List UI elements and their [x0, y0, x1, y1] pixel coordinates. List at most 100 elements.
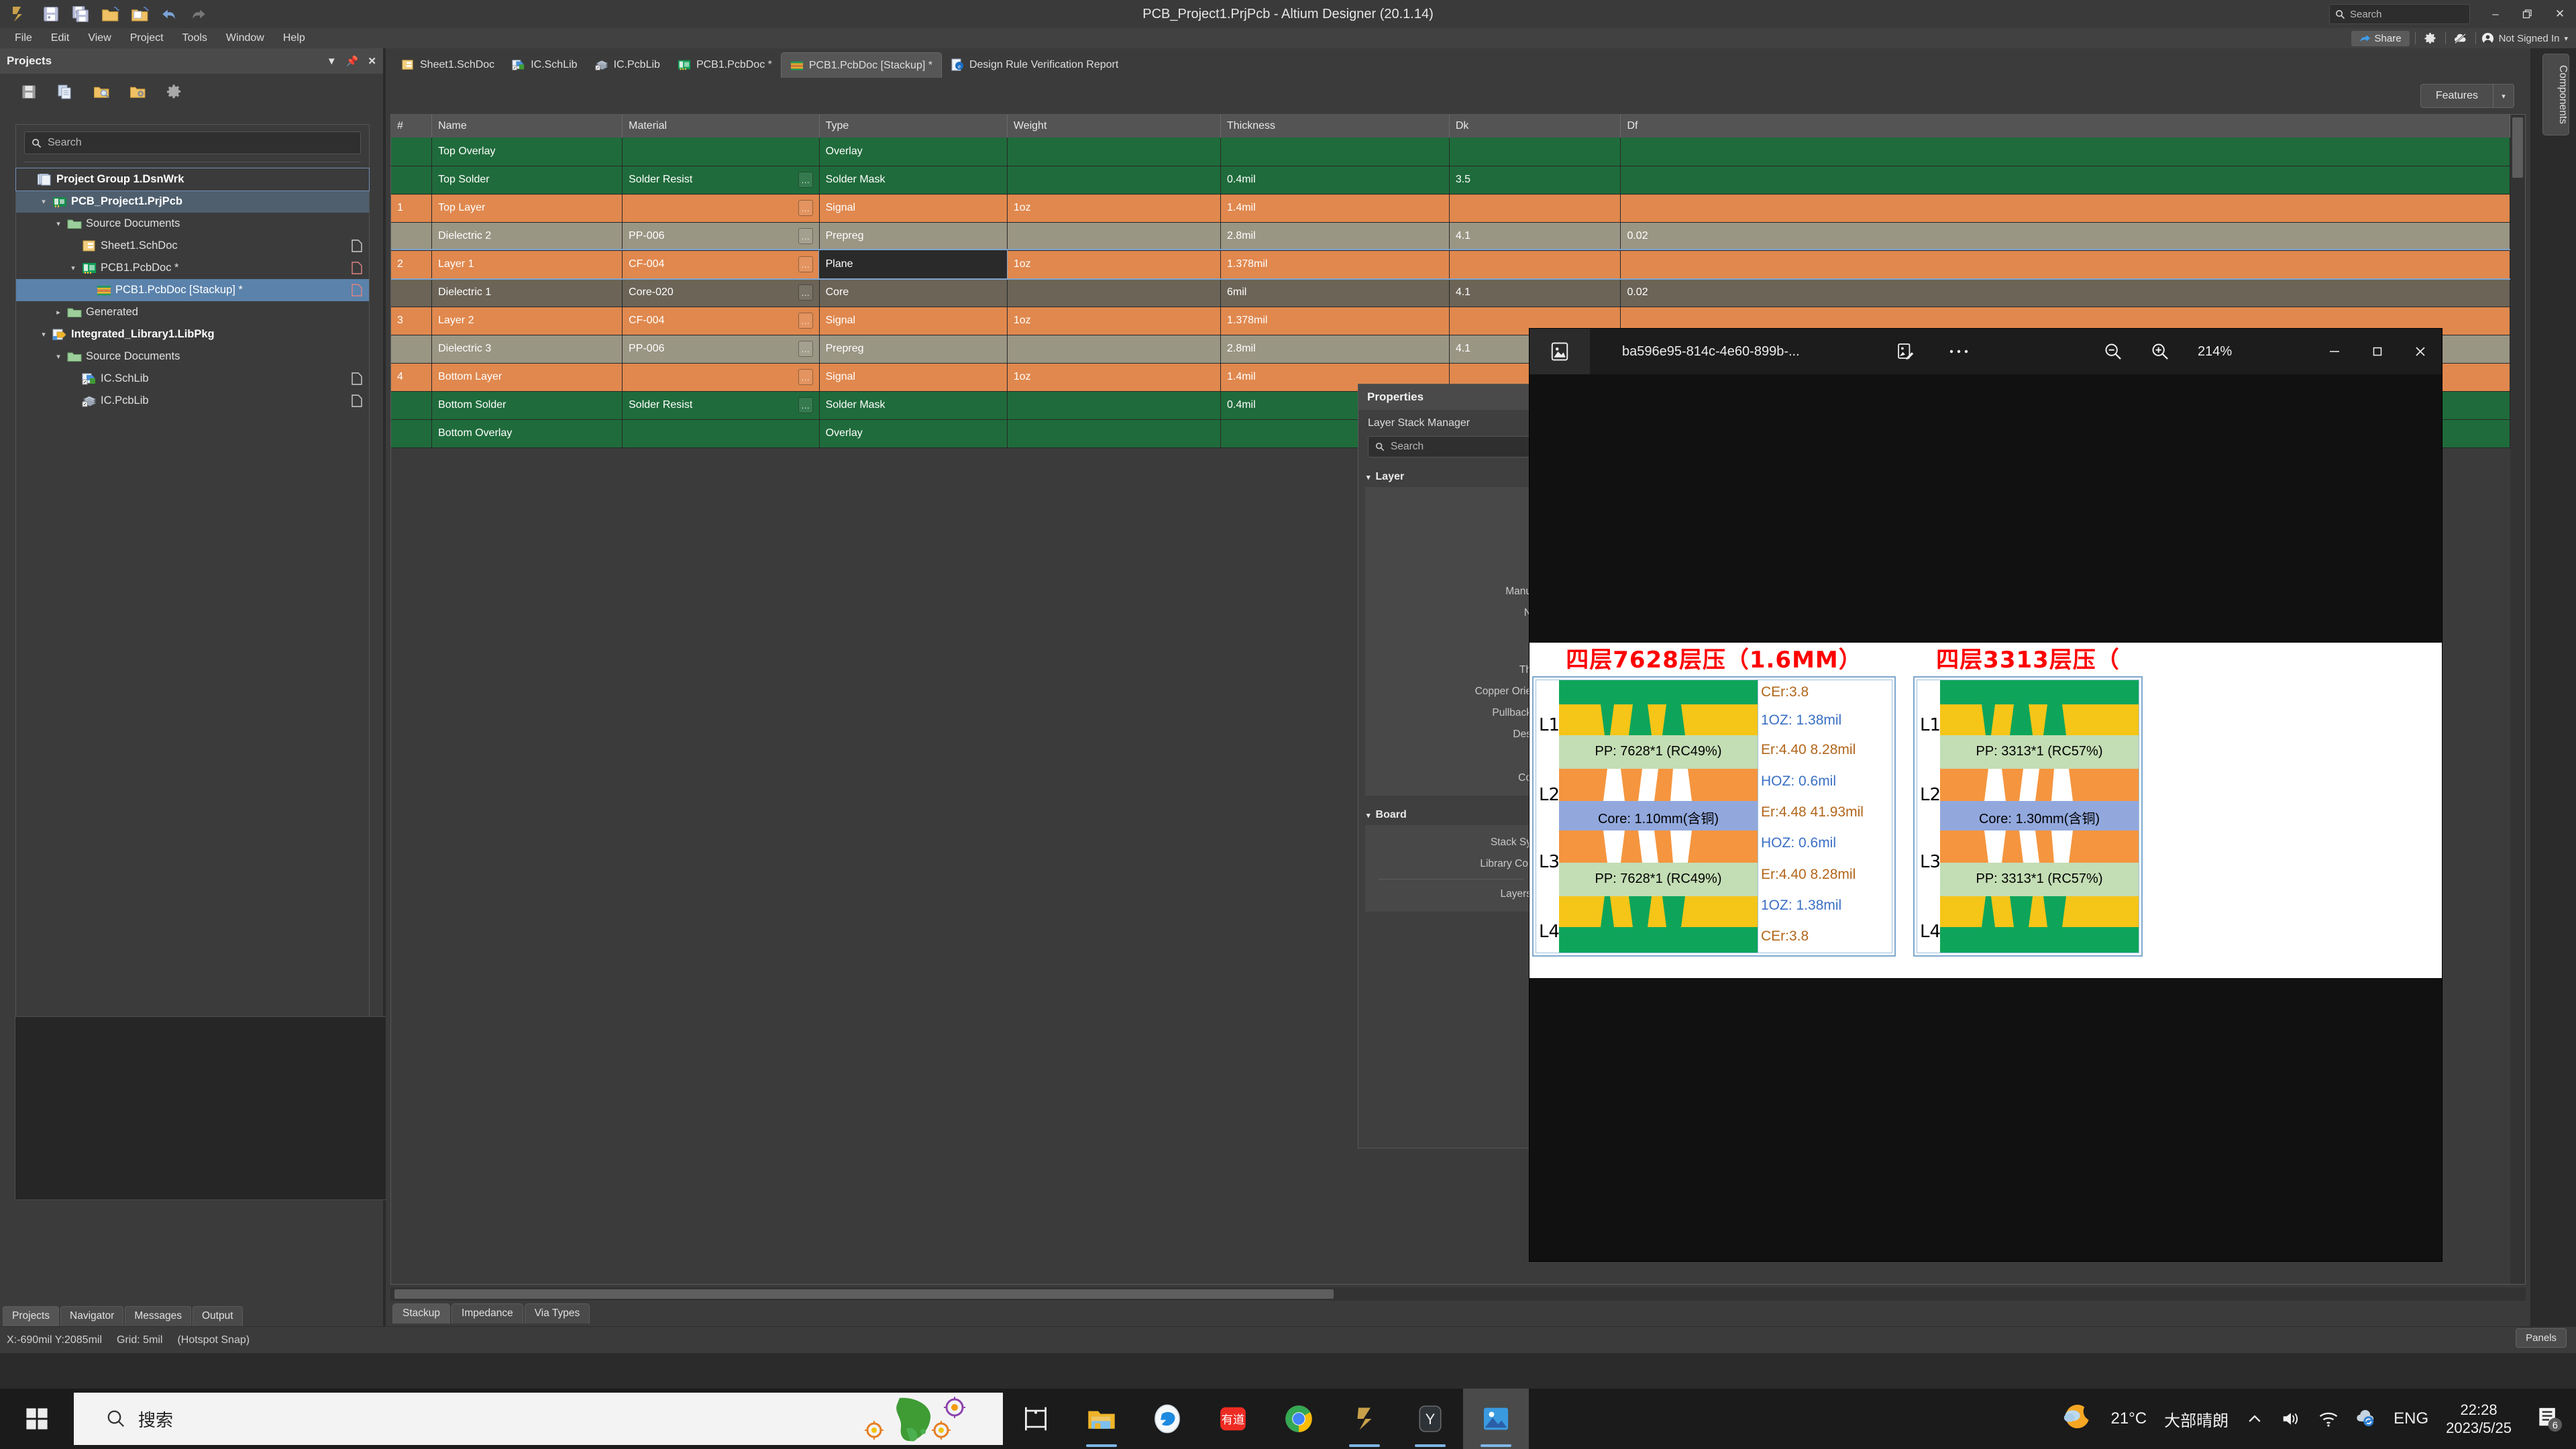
- cell-weight[interactable]: [1007, 166, 1221, 195]
- cell-type[interactable]: Signal: [819, 307, 1008, 335]
- cell-layer-name[interactable]: Layer 1: [431, 250, 623, 279]
- taskbar-search-box[interactable]: 搜索: [74, 1393, 1003, 1445]
- cell-dk[interactable]: [1449, 138, 1621, 166]
- cell-weight[interactable]: [1007, 278, 1221, 307]
- cell-weight[interactable]: [1007, 138, 1221, 166]
- scrollbar-thumb[interactable]: [394, 1289, 1334, 1299]
- cell-df[interactable]: 0.02: [1620, 222, 2510, 251]
- panel-tab-messages[interactable]: Messages: [125, 1306, 191, 1326]
- column-header-material[interactable]: Material: [622, 115, 820, 138]
- cell-type[interactable]: Solder Mask: [819, 166, 1008, 195]
- yandex-app-icon[interactable]: Y: [1397, 1389, 1463, 1449]
- cell-layer-number[interactable]: [391, 278, 433, 307]
- scrollbar-thumb[interactable]: [2512, 117, 2523, 178]
- task-view-icon[interactable]: [1003, 1389, 1069, 1449]
- features-button[interactable]: Features ▾: [2420, 84, 2514, 108]
- tree-item-ic-schlib[interactable]: IC.SchLib: [16, 368, 369, 390]
- cell-layer-number[interactable]: 2: [391, 250, 433, 279]
- material-browse-button[interactable]: …: [798, 397, 813, 413]
- table-row[interactable]: 1 Top Layer … Signal 1oz 1.4mil: [391, 194, 2510, 223]
- photos-viewer-icon[interactable]: [1463, 1389, 1529, 1449]
- expand-arrow-icon[interactable]: ▾: [51, 352, 66, 361]
- cloud-disconnected-icon[interactable]: [2451, 29, 2470, 48]
- cell-type[interactable]: Prepreg: [819, 335, 1008, 364]
- cell-layer-number[interactable]: [391, 419, 433, 448]
- table-vertical-scrollbar[interactable]: [2510, 115, 2525, 1284]
- cell-df[interactable]: 0.02: [1620, 278, 2510, 307]
- close-button[interactable]: ✕: [2544, 0, 2576, 28]
- cell-layer-name[interactable]: Dielectric 3: [431, 335, 623, 364]
- expand-arrow-icon[interactable]: ▾: [66, 264, 80, 272]
- cell-weight[interactable]: 1oz: [1007, 307, 1221, 335]
- panels-button[interactable]: Panels: [2516, 1328, 2567, 1348]
- cell-type[interactable]: Signal: [819, 363, 1008, 392]
- global-search-input[interactable]: Search: [2329, 4, 2470, 24]
- material-browse-button[interactable]: …: [798, 200, 813, 216]
- input-language-indicator[interactable]: ENG: [2394, 1409, 2428, 1428]
- cell-type[interactable]: Solder Mask: [819, 391, 1008, 420]
- table-row[interactable]: Top Solder Solder Resist … Solder Mask 0.4mi…: [391, 166, 2510, 195]
- cell-weight[interactable]: [1007, 391, 1221, 420]
- cell-layer-number[interactable]: [391, 166, 433, 195]
- cell-layer-name[interactable]: Top Solder: [431, 166, 623, 195]
- cell-dk[interactable]: 4.1: [1449, 222, 1621, 251]
- zoom-in-icon[interactable]: [2147, 338, 2174, 365]
- tree-item-project-group-1-dsnwrk[interactable]: Project Group 1.DsnWrk: [15, 168, 370, 191]
- copy-icon[interactable]: [54, 80, 76, 103]
- cell-df[interactable]: [1620, 138, 2510, 166]
- youdao-icon[interactable]: 有道: [1200, 1389, 1266, 1449]
- cell-thickness[interactable]: 0.4mil: [1220, 166, 1450, 195]
- material-browse-button[interactable]: …: [798, 256, 813, 272]
- cell-layer-number[interactable]: [391, 138, 433, 166]
- photo-viewer-canvas[interactable]: 四层7628层压（1.6MM） L1 L2 L3 L4 PP: 7628*1 (…: [1529, 374, 2442, 1261]
- document-tab-ic-pcblib[interactable]: IC.PcbLib: [586, 52, 669, 78]
- cell-dk[interactable]: 3.5: [1449, 166, 1621, 195]
- menu-help[interactable]: Help: [274, 28, 315, 48]
- cell-material[interactable]: Solder Resist…: [622, 166, 820, 195]
- tree-item-source-documents[interactable]: ▾ Source Documents: [16, 345, 369, 368]
- more-options-icon[interactable]: [1945, 338, 1972, 365]
- table-horizontal-scrollbar[interactable]: [390, 1287, 2526, 1301]
- expand-arrow-icon[interactable]: ▾: [51, 219, 66, 228]
- clock[interactable]: 22:28 2023/5/25: [2446, 1401, 2512, 1438]
- menu-edit[interactable]: Edit: [42, 28, 79, 48]
- cell-dk[interactable]: 4.1: [1449, 278, 1621, 307]
- open-document-icon[interactable]: [126, 1, 153, 28]
- cell-material[interactable]: …: [622, 363, 820, 392]
- column-header-thickness[interactable]: Thickness: [1220, 115, 1450, 138]
- cell-weight[interactable]: 1oz: [1007, 250, 1221, 279]
- cell-df[interactable]: [1620, 194, 2510, 223]
- menu-file[interactable]: File: [5, 28, 42, 48]
- tree-item-pcb-project1-prjpcb[interactable]: ▾ PCB_Project1.PrjPcb: [16, 191, 369, 213]
- tree-item-pcb1-pcbdoc[interactable]: ▾ PCB1.PcbDoc *: [16, 257, 369, 279]
- cell-thickness[interactable]: 6mil: [1220, 278, 1450, 307]
- chevron-down-icon[interactable]: ▼: [327, 56, 337, 67]
- document-tab-ic-schlib[interactable]: IC.SchLib: [503, 52, 586, 78]
- material-browse-button[interactable]: …: [798, 284, 813, 301]
- tree-item-integrated-library1-libpkg[interactable]: ▾ Integrated_Library1.LibPkg: [16, 323, 369, 345]
- minimize-button[interactable]: –: [2479, 0, 2512, 28]
- cell-weight[interactable]: [1007, 335, 1221, 364]
- table-row[interactable]: 2 Layer 1 CF-004 … Plane 1oz 1.378mil: [391, 249, 2512, 280]
- sync-icon[interactable]: [2356, 1409, 2376, 1428]
- document-tab-pcb1-pcbdoc-stackup[interactable]: PCB1.PcbDoc [Stackup] *: [780, 52, 942, 78]
- zoom-out-icon[interactable]: [2100, 338, 2127, 365]
- table-row[interactable]: Dielectric 2 PP-006 … Prepreg 2.8mil 4.1 0.02: [391, 222, 2510, 251]
- material-browse-button[interactable]: …: [798, 313, 813, 329]
- cell-layer-name[interactable]: Dielectric 2: [431, 222, 623, 251]
- weather-icon[interactable]: [2061, 1403, 2093, 1435]
- column-header-df[interactable]: Df: [1620, 115, 2510, 138]
- cell-material[interactable]: PP-006…: [622, 222, 820, 251]
- cell-thickness[interactable]: 1.378mil: [1220, 250, 1450, 279]
- notification-center-icon[interactable]: 6: [2529, 1389, 2569, 1449]
- column-header-[interactable]: #: [391, 115, 433, 138]
- menu-tools[interactable]: Tools: [173, 28, 217, 48]
- cell-dk[interactable]: [1449, 250, 1621, 279]
- chevron-up-icon[interactable]: [2246, 1410, 2263, 1428]
- edit-image-icon[interactable]: [1892, 338, 1919, 365]
- open-folder-icon[interactable]: [97, 1, 123, 28]
- open-folder-search-icon[interactable]: [90, 80, 113, 103]
- column-header-type[interactable]: Type: [819, 115, 1008, 138]
- stackup-tab-via-types[interactable]: Via Types: [524, 1303, 590, 1324]
- viewer-minimize-button[interactable]: [2313, 329, 2356, 374]
